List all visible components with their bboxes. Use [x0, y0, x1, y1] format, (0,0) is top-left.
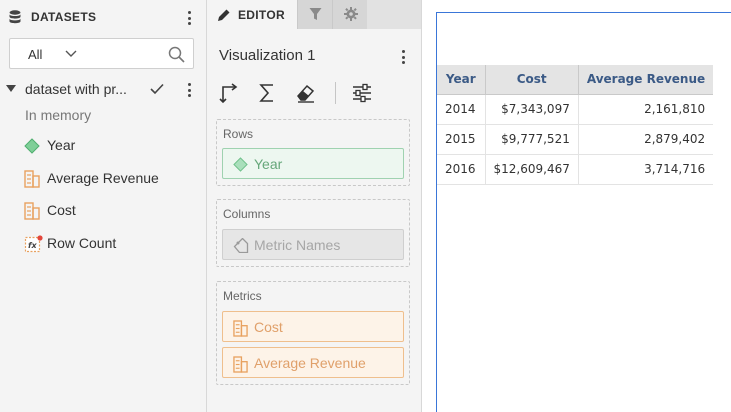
- rows-drop-zone[interactable]: Rows Year: [216, 119, 410, 186]
- dataset-menu-icon[interactable]: [182, 81, 196, 99]
- rows-item-year[interactable]: Year: [222, 148, 404, 179]
- grid-cell-year[interactable]: 2016: [437, 154, 486, 185]
- grid-header-year[interactable]: Year: [437, 65, 486, 95]
- tab-editor-label[interactable]: EDITOR: [238, 8, 285, 22]
- rows-item-label[interactable]: Year: [254, 156, 282, 172]
- tab-editor[interactable]: EDITOR: [207, 0, 297, 29]
- dataset-object-year[interactable]: Year: [0, 134, 206, 158]
- dataset-object-label[interactable]: Average Revenue: [47, 170, 159, 186]
- sum-icon[interactable]: [257, 82, 279, 104]
- svg-text:fx: fx: [28, 241, 37, 250]
- dataset-object-average-revenue[interactable]: Average Revenue: [0, 167, 206, 191]
- grid-row: 2016 $12,609,467 3,714,716: [437, 154, 714, 185]
- grid-cell-average-revenue[interactable]: 2,879,402: [578, 124, 714, 155]
- grid-cell-cost[interactable]: $9,777,521: [485, 124, 579, 155]
- visualization-menu-icon[interactable]: [396, 48, 410, 66]
- dataset-filter-select[interactable]: All: [28, 47, 42, 62]
- tab-settings[interactable]: [332, 0, 367, 29]
- chevron-down-icon[interactable]: [65, 49, 77, 59]
- datasets-panel: DATASETS All dataset with pr... In memor…: [0, 0, 207, 412]
- metrics-item-average-revenue[interactable]: Average Revenue: [222, 347, 404, 378]
- grid-row: 2014 $7,343,097 2,161,810: [437, 94, 714, 125]
- columns-item-metric-names[interactable]: Metric Names: [222, 229, 404, 260]
- visualization-title[interactable]: Visualization 1: [219, 47, 315, 64]
- pencil-icon: [218, 9, 230, 21]
- dataset-status-text: In memory: [25, 107, 92, 123]
- datasets-title: DATASETS: [31, 10, 97, 24]
- dataset-status: In memory: [0, 104, 206, 128]
- derived-metric-icon: fx: [24, 235, 43, 253]
- grid-cell-average-revenue[interactable]: 2,161,810: [578, 94, 714, 125]
- search-icon[interactable]: [168, 46, 185, 63]
- grid-cell-cost[interactable]: $12,609,467: [485, 154, 579, 185]
- datasets-menu-icon[interactable]: [182, 9, 196, 27]
- grid-header-cost[interactable]: Cost: [485, 65, 579, 95]
- dataset-object-label[interactable]: Cost: [47, 202, 76, 218]
- dataset-name[interactable]: dataset with pr...: [25, 81, 127, 97]
- database-icon: [9, 10, 21, 24]
- grid-cell-average-revenue[interactable]: 3,714,716: [578, 154, 714, 185]
- attribute-icon: [24, 138, 40, 154]
- swap-axes-icon[interactable]: [219, 82, 241, 104]
- metrics-item-label[interactable]: Average Revenue: [254, 355, 366, 371]
- datasets-header: DATASETS: [0, 0, 206, 34]
- columns-item-label[interactable]: Metric Names: [254, 237, 340, 253]
- grid-header-row: Year Cost Average Revenue: [437, 65, 714, 95]
- metrics-item-label[interactable]: Cost: [254, 319, 283, 335]
- grid-header-average-revenue[interactable]: Average Revenue: [578, 65, 714, 95]
- metric-icon: [233, 356, 248, 373]
- columns-zone-label: Columns: [223, 207, 271, 221]
- rows-zone-label: Rows: [223, 127, 254, 141]
- metrics-item-cost[interactable]: Cost: [222, 311, 404, 342]
- grid-cell-year[interactable]: 2015: [437, 124, 486, 155]
- dataset-item[interactable]: dataset with pr...: [0, 78, 206, 102]
- caret-down-icon[interactable]: [6, 85, 16, 93]
- gear-icon: [344, 7, 358, 21]
- dataset-object-cost[interactable]: Cost: [0, 199, 206, 223]
- tab-filter[interactable]: [297, 0, 332, 29]
- dataset-object-row-count[interactable]: fx Row Count: [0, 232, 206, 256]
- tag-icon: [233, 238, 249, 253]
- dataset-object-label[interactable]: Year: [47, 137, 75, 153]
- editor-panel: EDITOR Visualization 1 Rows Year Columns…: [207, 0, 422, 412]
- dataset-object-label[interactable]: Row Count: [47, 235, 116, 251]
- metric-icon: [24, 170, 40, 188]
- columns-drop-zone[interactable]: Columns Metric Names: [216, 199, 410, 267]
- metrics-drop-zone[interactable]: Metrics Cost Average Revenue: [216, 281, 410, 385]
- dataset-filter-search[interactable]: All: [9, 38, 194, 69]
- settings-sliders-icon[interactable]: [351, 82, 373, 104]
- checkmark-icon: [150, 83, 164, 95]
- filter-icon: [309, 8, 322, 20]
- grid-cell-cost[interactable]: $7,343,097: [485, 94, 579, 125]
- metric-icon: [24, 202, 40, 220]
- metrics-zone-label: Metrics: [223, 289, 262, 303]
- grid-table[interactable]: Year Cost Average Revenue 2014 $7,343,09…: [437, 65, 714, 185]
- toolbar-separator: [335, 82, 336, 104]
- grid-cell-year[interactable]: 2014: [437, 94, 486, 125]
- grid-row: 2015 $9,777,521 2,879,402: [437, 124, 714, 155]
- attribute-icon: [233, 157, 248, 172]
- metric-icon: [233, 320, 248, 337]
- editor-tabbar: EDITOR: [207, 0, 421, 29]
- visualization-canvas: [423, 0, 731, 412]
- eraser-icon[interactable]: [295, 82, 317, 104]
